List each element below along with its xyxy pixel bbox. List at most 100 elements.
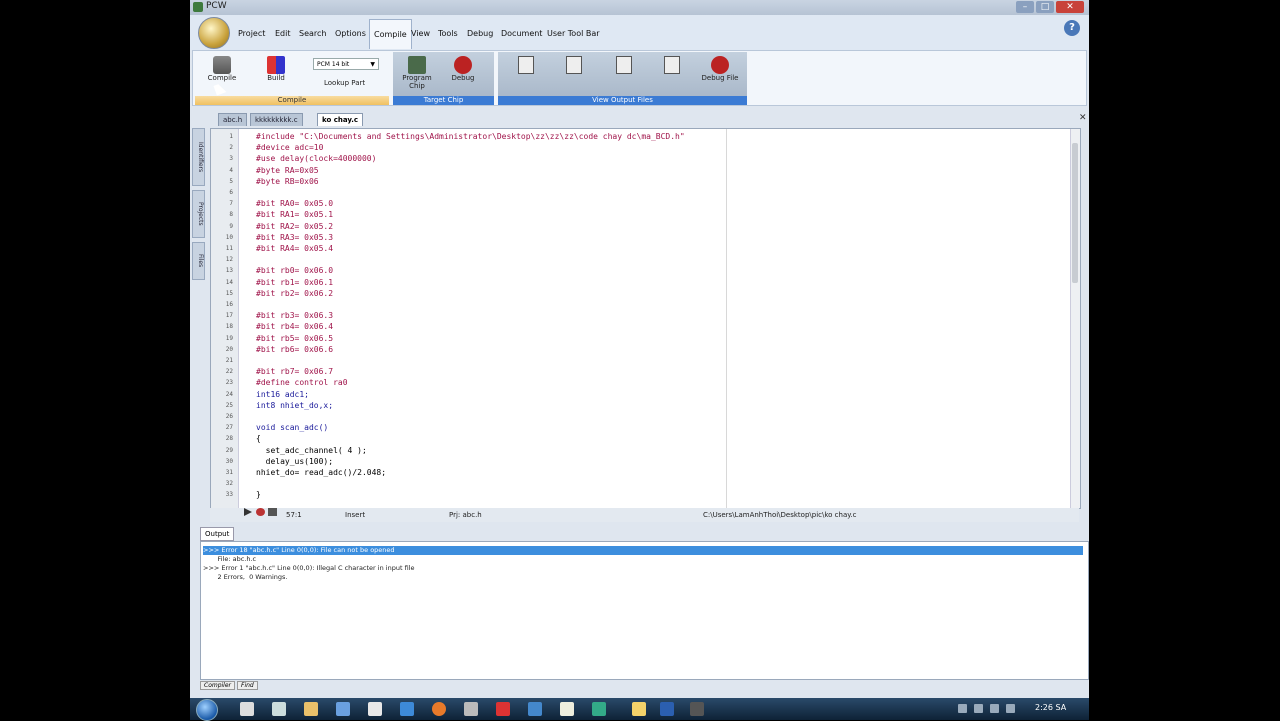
side-tab-files[interactable]: Files [192,242,205,280]
tray-icon[interactable] [974,704,983,713]
code-line[interactable]: #bit rb6= 0x06.6 [256,344,333,355]
code-line[interactable]: delay_us(100); [256,456,333,467]
view-list-file-button[interactable] [516,56,536,74]
taskbar-app-icon[interactable] [690,702,704,716]
taskbar-app-icon[interactable] [592,702,606,716]
code-line[interactable]: set_adc_channel( 4 ); [256,445,367,456]
tab-kkk-c[interactable]: kkkkkkkkk.c [250,113,303,126]
taskbar-app-icon[interactable] [528,702,542,716]
code-line[interactable]: #define control ra0 [256,377,348,388]
stop-icon[interactable] [268,508,277,516]
code-line[interactable]: void scan_adc() [256,422,328,433]
close-tab-icon[interactable]: ✕ [1079,113,1087,123]
code-line[interactable]: #use delay(clock=4000000) [256,153,376,164]
code-line[interactable]: #bit rb1= 0x06.1 [256,277,333,288]
app-menu-icon[interactable] [198,17,230,49]
side-tab-identifiers[interactable]: Identifiers [192,128,205,186]
compile-button[interactable]: Compile [205,56,239,82]
record-icon[interactable] [256,508,265,516]
menu-debug[interactable]: Debug [467,29,493,38]
taskbar-app-icon[interactable] [240,702,254,716]
maximize-button[interactable]: □ [1036,1,1054,13]
code-line[interactable]: #bit rb2= 0x06.2 [256,288,333,299]
taskbar-app-icon[interactable] [464,702,478,716]
code-line[interactable]: } [256,489,261,500]
output-tab[interactable]: Output [200,527,235,541]
menu-document[interactable]: Document [501,29,542,38]
minimize-button[interactable]: – [1016,1,1034,13]
taskbar-app-icon[interactable] [632,702,646,716]
code-line[interactable]: #device adc=10 [256,142,323,153]
menu-project[interactable]: Project [238,29,265,38]
code-line[interactable]: int16 adc1; [256,389,309,400]
code-line[interactable]: #bit RA1= 0x05.1 [256,209,333,220]
code-line[interactable]: #bit RA0= 0x05.0 [256,198,333,209]
tab-find[interactable]: Find [237,681,258,690]
taskbar-app-icon[interactable] [368,702,382,716]
debug-button[interactable]: Debug [445,56,481,82]
code-line[interactable]: #bit rb0= 0x06.0 [256,265,333,276]
help-icon[interactable]: ? [1064,20,1080,36]
menu-user-tool-bar[interactable]: User Tool Bar [547,29,600,38]
line-number: 28 [225,435,233,443]
view-hex-file-button[interactable] [614,56,634,74]
taskbar-app-icon[interactable] [496,702,510,716]
device-family-value: PCM 14 bit [317,61,350,68]
line-number: 20 [225,345,233,353]
menu-compile[interactable]: Compile [369,19,412,49]
run-icon[interactable] [244,508,252,516]
menu-edit[interactable]: Edit [275,29,291,38]
tray-icon[interactable] [958,704,967,713]
tab-compiler[interactable]: Compiler [200,681,236,690]
menu-view[interactable]: View [411,29,430,38]
device-family-select[interactable]: PCM 14 bit ▼ [313,58,379,70]
tray-icon[interactable] [1006,704,1015,713]
code-line[interactable]: #byte RB=0x06 [256,176,319,187]
code-editor[interactable]: 1 2 3 4 5 6 7 8 9 10 11 12 13 14 15 16 17 18 19 20 21 22 23 24 2… [210,128,1081,509]
taskbar-app-icon[interactable] [272,702,286,716]
start-button[interactable] [196,699,218,721]
build-button[interactable]: Build [259,56,293,82]
code-line[interactable]: int8 nhiet_do,x; [256,400,333,411]
view-tree-file-button[interactable] [662,56,682,74]
tab-ko-chay-c[interactable]: ko chay.c [317,113,364,126]
scrollbar-thumb[interactable] [1072,143,1078,283]
taskbar-app-icon[interactable] [400,702,414,716]
line-number: 18 [225,323,233,331]
code-line[interactable]: #bit RA3= 0x05.3 [256,232,333,243]
taskbar-app-icon[interactable] [660,702,674,716]
code-line[interactable]: #bit rb4= 0x06.4 [256,321,333,332]
line-number: 13 [225,267,233,275]
taskbar-app-icon[interactable] [432,702,446,716]
code-line[interactable]: #byte RA=0x05 [256,165,319,176]
tab-abc-h[interactable]: abc.h [218,113,248,126]
output-line[interactable]: File: abc.h.c [203,555,1083,564]
code-line[interactable]: #include "C:\Documents and Settings\Admi… [256,131,685,142]
debug-file-button[interactable]: Debug File [696,56,744,82]
output-line[interactable]: 2 Errors, 0 Warnings. [203,573,1083,582]
program-chip-button[interactable]: Program Chip [397,56,437,90]
code-line[interactable]: #bit rb3= 0x06.3 [256,310,333,321]
menu-options[interactable]: Options [335,29,366,38]
code-line[interactable]: nhiet_do= read_adc()/2.048; [256,467,386,478]
output-line[interactable]: >>> Error 18 "abc.h.c" Line 0(0,0): File… [203,546,1083,555]
code-line[interactable]: { [256,433,261,444]
taskbar-app-icon[interactable] [336,702,350,716]
close-button[interactable]: ✕ [1056,1,1084,13]
taskbar-app-icon[interactable] [560,702,574,716]
view-symbol-file-button[interactable] [564,56,584,74]
menu-search[interactable]: Search [299,29,326,38]
side-tab-projects[interactable]: Projects [192,190,205,238]
code-line[interactable]: #bit RA2= 0x05.2 [256,221,333,232]
file-icon [566,56,582,74]
code-line[interactable]: #bit rb7= 0x06.7 [256,366,333,377]
line-number: 22 [225,368,233,376]
tray-icon[interactable] [990,704,999,713]
code-line[interactable]: #bit rb5= 0x06.5 [256,333,333,344]
code-line[interactable]: #bit RA4= 0x05.4 [256,243,333,254]
vertical-scrollbar[interactable] [1070,129,1080,508]
output-line[interactable]: >>> Error 1 "abc.h.c" Line 0(0,0): Illeg… [203,564,1083,573]
menu-tools[interactable]: Tools [438,29,458,38]
lookup-part-button[interactable]: Lookup Part [324,79,365,87]
taskbar-app-icon[interactable] [304,702,318,716]
